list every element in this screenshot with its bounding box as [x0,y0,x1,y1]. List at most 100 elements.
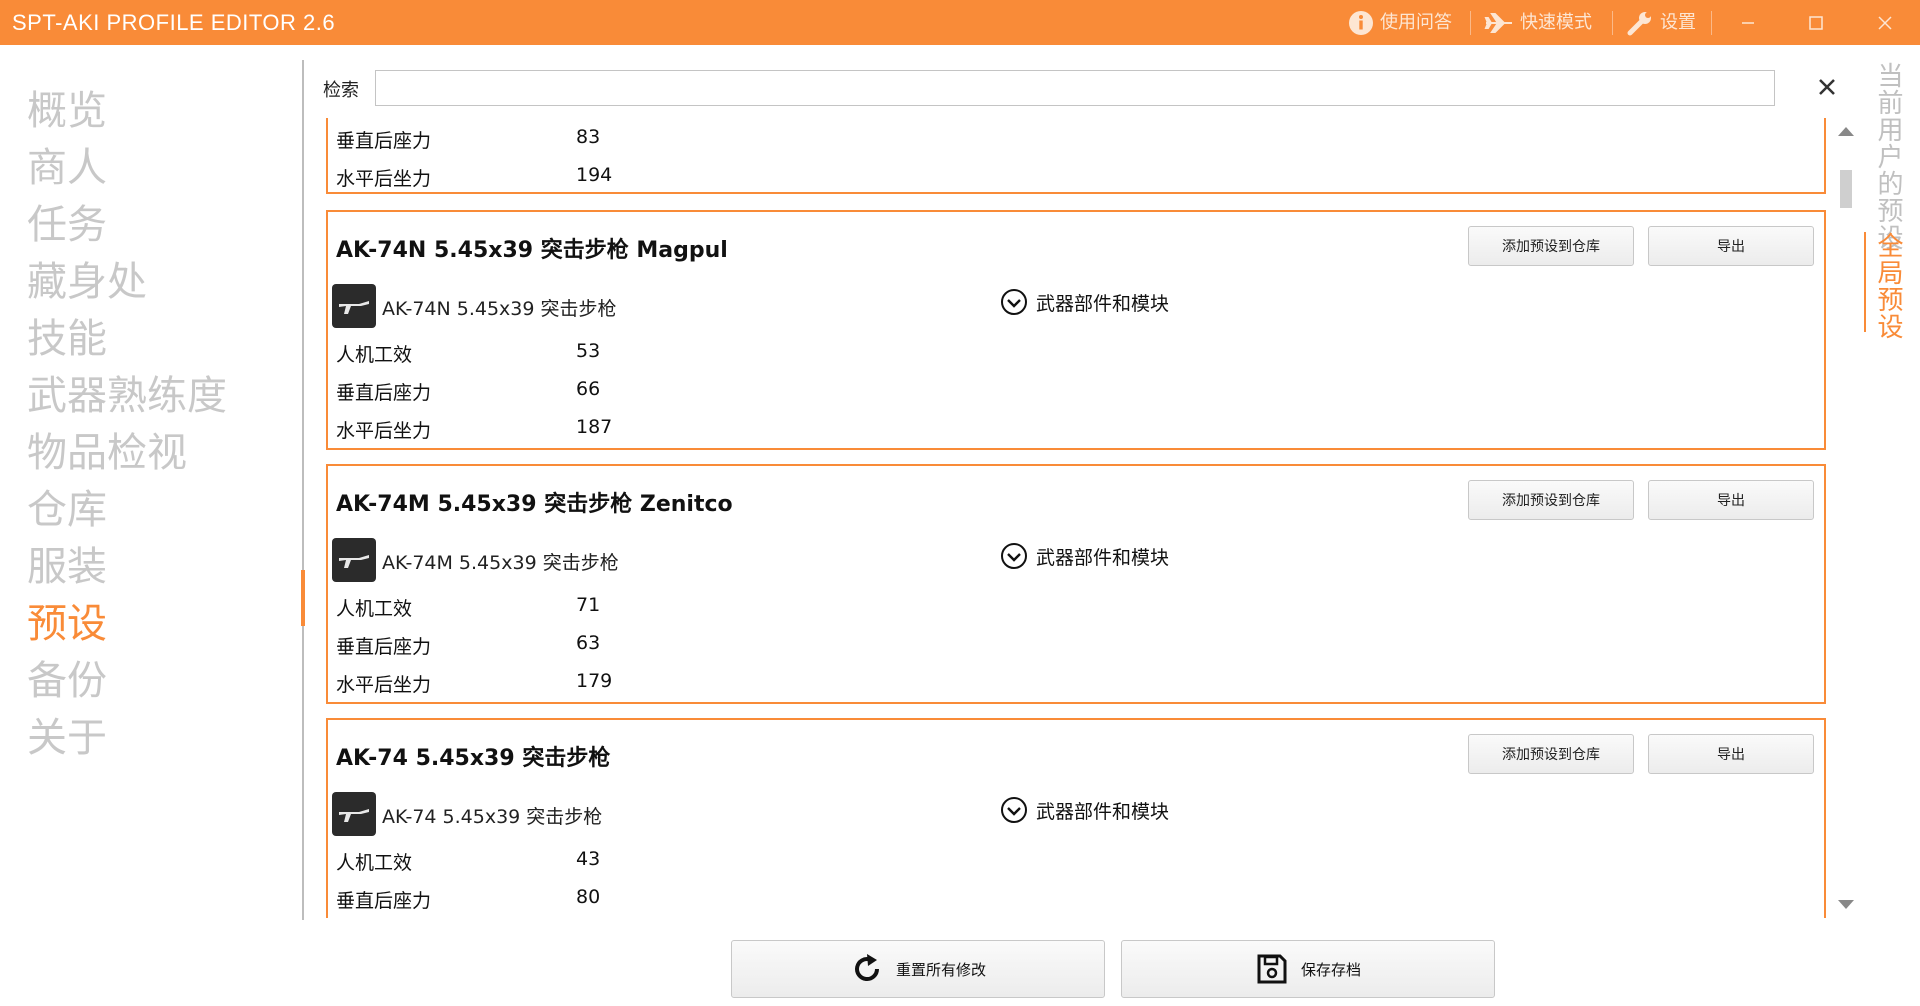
horizontal-recoil-label: 水平后坐力 [336,420,432,442]
horizontal-recoil-value: 194 [576,164,613,186]
maximize-icon [1809,15,1823,30]
export-button[interactable]: 导出 [1648,226,1814,266]
preset-title: AK-74 5.45x39 突击步枪 [336,746,611,771]
app-title: SPT-AKI PROFILE EDITOR 2.6 [12,10,336,35]
horizontal-recoil-value: 179 [576,670,613,692]
export-button[interactable]: 导出 [1648,734,1814,774]
tab-global-presets[interactable]: 全局预设 [1870,232,1907,340]
scroll-down-button[interactable] [1837,896,1855,915]
mods-toggle-label: 武器部件和模块 [1036,292,1170,315]
add-to-stash-button[interactable]: 添加预设到仓库 [1468,226,1634,266]
horizontal-recoil-value: 187 [576,416,613,438]
nav-item-overview[interactable]: 概览 [27,85,107,137]
preset-card: AK-74M 5.45x39 突击步枪 Zenitco 添加预设到仓库 导出 A… [326,464,1826,704]
export-button[interactable]: 导出 [1648,480,1814,520]
ergonomics-label: 人机工效 [336,852,413,874]
search-input[interactable] [375,70,1775,106]
mods-toggle-label: 武器部件和模块 [1036,546,1170,569]
vertical-recoil-label: 垂直后座力 [336,890,432,912]
search-label: 检索 [323,80,359,101]
minimize-button[interactable] [1718,0,1778,45]
minimize-icon [1742,21,1754,24]
info-icon [1349,10,1373,35]
close-button[interactable] [1855,0,1915,45]
preset-title: AK-74N 5.45x39 突击步枪 Magpul [336,238,728,263]
sidebar-nav: 概览 商人 任务 藏身处 技能 武器熟练度 物品检视 仓库 服装 预设 备份 关… [0,45,300,925]
close-icon [1819,79,1835,95]
faq-button[interactable]: 使用问答 [1348,0,1452,45]
tab-active-indicator [1864,232,1866,332]
vertical-recoil-value: 66 [576,378,601,400]
caret-down-icon [1838,900,1854,909]
close-icon [1878,15,1892,30]
scroll-up-button[interactable] [1837,122,1855,141]
nav-item-hideout[interactable]: 藏身处 [27,256,147,308]
preset-title: AK-74M 5.45x39 突击步枪 Zenitco [336,492,733,517]
horizontal-recoil-label: 水平后坐力 [336,168,432,190]
chevron-down-icon [1001,543,1027,569]
mods-toggle-label: 武器部件和模块 [1036,800,1170,823]
preset-list: 垂直后座力 83 水平后坐力 194 AK-74N 5.45x39 突击步枪 M… [320,118,1835,918]
rifle-icon [332,792,376,836]
nav-active-indicator [301,570,305,626]
nav-item-backup[interactable]: 备份 [27,655,107,707]
quick-mode-button[interactable]: 快速模式 [1484,0,1592,45]
weapon-name: AK-74M 5.45x39 突击步枪 [382,552,619,574]
nav-item-presets[interactable]: 预设 [27,598,107,650]
weapon-name: AK-74 5.45x39 突击步枪 [382,806,603,828]
nav-divider [302,60,304,920]
search-clear-button[interactable] [1818,74,1836,102]
nav-item-item-examine[interactable]: 物品检视 [27,427,187,479]
nav-item-about[interactable]: 关于 [27,712,107,764]
nav-item-traders[interactable]: 商人 [27,142,107,194]
title-separator [1470,11,1471,35]
reset-all-button[interactable]: 重置所有修改 [731,940,1105,998]
nav-item-stash[interactable]: 仓库 [27,484,107,536]
vertical-recoil-label: 垂直后座力 [336,130,432,152]
chevron-down-icon [1001,289,1027,315]
weapon-name: AK-74N 5.45x39 突击步枪 [382,298,617,320]
vertical-recoil-value: 80 [576,886,601,908]
preset-card: AK-74N 5.45x39 突击步枪 Magpul 添加预设到仓库 导出 AK… [326,210,1826,450]
save-profile-label: 保存存档 [1300,960,1361,979]
nav-item-clothing[interactable]: 服装 [27,541,107,593]
faq-label: 使用问答 [1380,12,1452,33]
nav-item-quests[interactable]: 任务 [27,199,107,251]
rifle-icon [332,538,376,582]
chevron-down-icon [1001,797,1027,823]
ergonomics-value: 43 [576,848,601,870]
mods-toggle[interactable]: 武器部件和模块 [1000,288,1169,316]
ergonomics-value: 71 [576,594,601,616]
mods-toggle[interactable]: 武器部件和模块 [1000,542,1169,570]
horizontal-recoil-label: 水平后坐力 [336,674,432,696]
vertical-recoil-value: 83 [576,126,601,148]
ergonomics-label: 人机工效 [336,344,413,366]
settings-label: 设置 [1660,12,1696,33]
wrench-icon [1627,11,1651,35]
maximize-button[interactable] [1786,0,1846,45]
add-to-stash-button[interactable]: 添加预设到仓库 [1468,734,1634,774]
quick-mode-label: 快速模式 [1520,12,1592,33]
title-separator [1711,11,1712,35]
preset-card: AK-74 5.45x39 突击步枪 添加预设到仓库 导出 AK-74 5.45… [326,718,1826,918]
reset-all-label: 重置所有修改 [895,960,986,979]
vertical-recoil-label: 垂直后座力 [336,382,432,404]
rifle-icon [332,284,376,328]
nav-item-skills[interactable]: 技能 [27,313,107,365]
vertical-recoil-label: 垂直后座力 [336,636,432,658]
vertical-recoil-value: 63 [576,632,601,654]
scrollbar-thumb[interactable] [1840,170,1852,208]
nav-item-weapon-mastery[interactable]: 武器熟练度 [27,370,227,422]
add-to-stash-button[interactable]: 添加预设到仓库 [1468,480,1634,520]
tab-user-presets[interactable]: 当前用户的预设 [1870,62,1907,251]
title-bar: SPT-AKI PROFILE EDITOR 2.6 使用问答 快速模式 设置 [0,0,1920,45]
airplane-icon [1484,12,1512,33]
caret-up-icon [1838,127,1854,136]
floppy-disk-icon [1257,954,1287,984]
redo-icon [855,954,879,982]
settings-button[interactable]: 设置 [1626,0,1696,45]
ergonomics-label: 人机工效 [336,598,413,620]
title-separator [1612,11,1613,35]
mods-toggle[interactable]: 武器部件和模块 [1000,796,1169,824]
save-profile-button[interactable]: 保存存档 [1121,940,1495,998]
